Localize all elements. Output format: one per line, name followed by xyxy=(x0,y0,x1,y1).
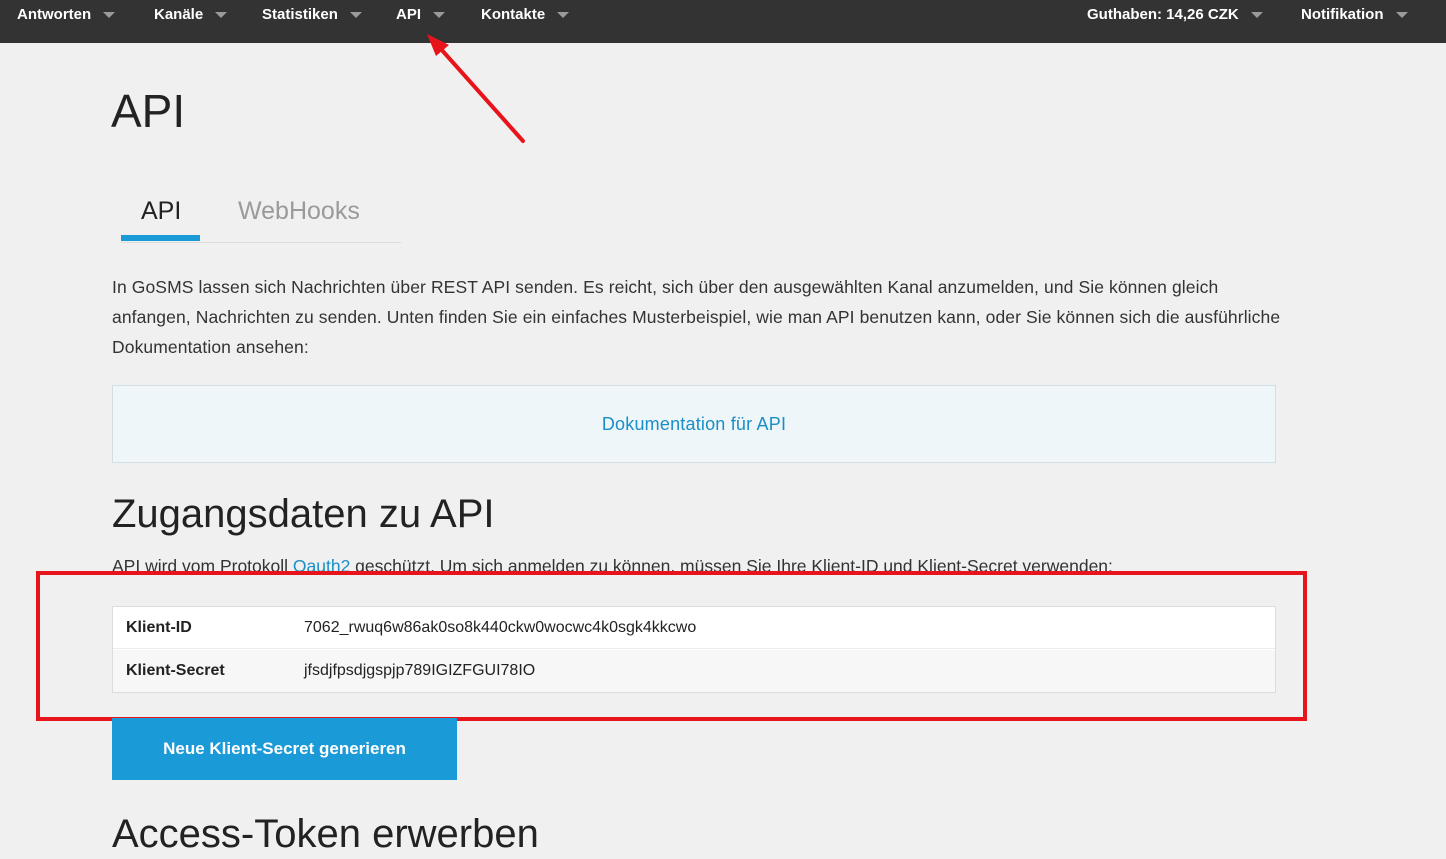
page-title: API xyxy=(111,85,186,137)
chevron-down-icon xyxy=(215,11,228,18)
chevron-down-icon xyxy=(349,11,362,18)
credentials-heading: Zugangsdaten zu API xyxy=(112,492,495,536)
nav-item-kontakte[interactable]: Kontakte xyxy=(481,6,570,23)
credentials-description: API wird vom Protokoll Oauth2 geschützt.… xyxy=(112,555,1302,572)
nav-item-kanaele[interactable]: Kanäle xyxy=(154,6,228,23)
chevron-down-icon xyxy=(1395,11,1408,18)
generate-secret-button[interactable]: Neue Klient-Secret generieren xyxy=(112,718,457,780)
nav-item-antworten[interactable]: Antworten xyxy=(17,6,116,23)
nav-item-api[interactable]: API xyxy=(396,6,446,23)
nav-item-label: Statistiken xyxy=(262,6,338,23)
balance-menu[interactable]: Guthaben: 14,26 CZK xyxy=(1087,6,1263,23)
description-text: API wird vom Protokoll xyxy=(112,556,293,572)
documentation-box: Dokumentation für API xyxy=(112,385,1276,463)
documentation-link[interactable]: Dokumentation für API xyxy=(602,414,786,435)
highlight-annotation-box xyxy=(36,571,1307,721)
chevron-down-icon xyxy=(1250,11,1263,18)
chevron-down-icon xyxy=(557,11,570,18)
tab-bar: API WebHooks xyxy=(121,191,401,243)
nav-item-statistiken[interactable]: Statistiken xyxy=(262,6,362,23)
balance-label: Guthaben: 14,26 CZK xyxy=(1087,6,1239,23)
access-token-heading: Access-Token erwerben xyxy=(112,812,539,856)
chevron-down-icon xyxy=(103,11,116,18)
intro-text: In GoSMS lassen sich Nachrichten über RE… xyxy=(112,277,1281,357)
nav-item-label: Antworten xyxy=(17,6,92,23)
chevron-down-icon xyxy=(433,11,446,18)
oauth2-link[interactable]: Oauth2 xyxy=(293,556,350,572)
top-navigation-bar: Antworten Kanäle Statistiken API Kontakt… xyxy=(0,0,1446,43)
nav-item-label: Kanäle xyxy=(154,6,204,23)
tab-api[interactable]: API xyxy=(141,197,181,226)
description-text: geschützt. Um sich anmelden zu können, m… xyxy=(350,556,1113,572)
nav-item-label: API xyxy=(396,6,422,23)
notification-label: Notifikation xyxy=(1301,6,1384,23)
nav-item-label: Kontakte xyxy=(481,6,546,23)
active-tab-indicator xyxy=(121,235,200,241)
notification-menu[interactable]: Notifikation xyxy=(1301,6,1408,23)
tab-webhooks[interactable]: WebHooks xyxy=(238,197,360,226)
